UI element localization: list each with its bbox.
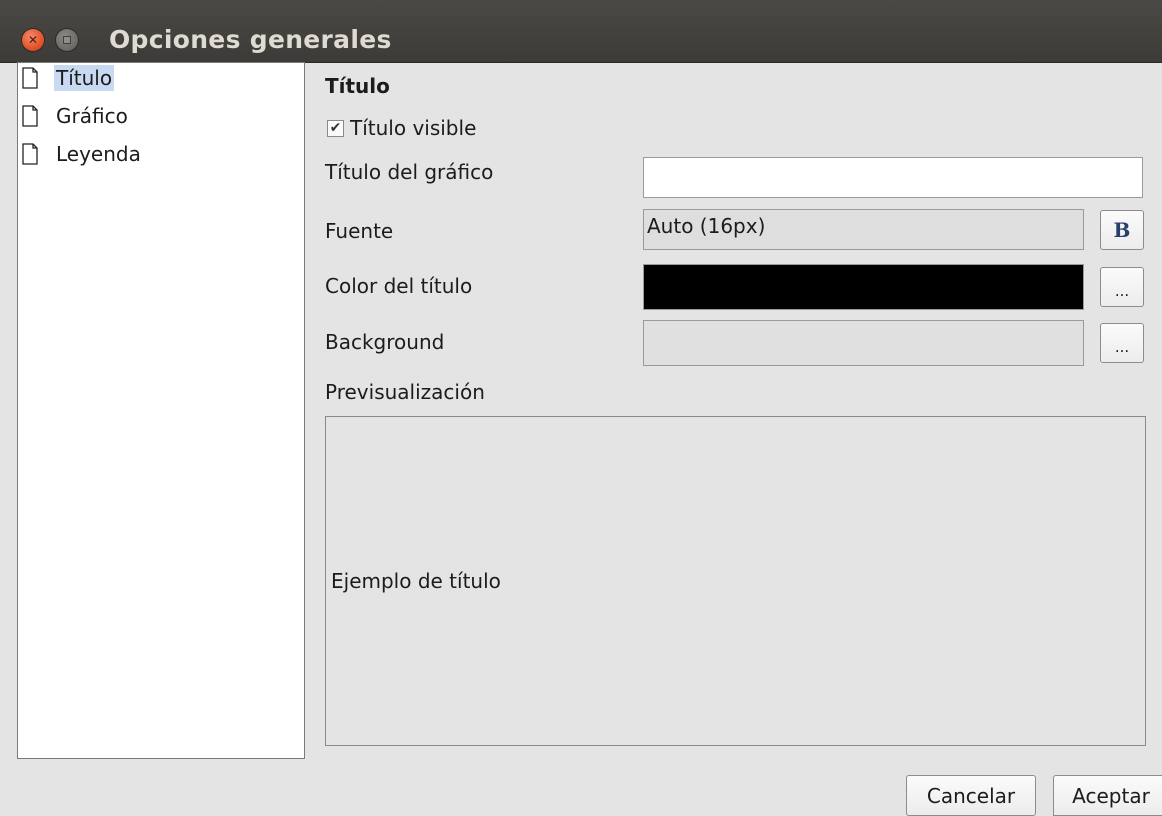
accept-button[interactable]: Aceptar: [1053, 775, 1162, 816]
section-title: Título: [325, 74, 390, 98]
font-value-field: Auto (16px): [643, 209, 1084, 250]
window-title: Opciones generales: [109, 25, 392, 54]
title-color-picker-button[interactable]: ...: [1100, 267, 1144, 307]
background-color-picker-button[interactable]: ...: [1100, 323, 1144, 363]
document-icon: [22, 67, 38, 89]
close-window-button[interactable]: ✕: [22, 29, 44, 51]
preview-label: Previsualización: [325, 380, 485, 404]
tree-item-label: Gráfico: [56, 104, 128, 128]
maximize-window-button[interactable]: [56, 29, 78, 51]
window-titlebar: ✕ Opciones generales: [0, 0, 1162, 63]
title-color-swatch: [643, 264, 1084, 310]
font-label: Fuente: [325, 219, 394, 243]
background-label: Background: [325, 330, 445, 354]
tree-item-titulo[interactable]: Título: [22, 63, 115, 93]
document-icon: [22, 143, 38, 165]
document-icon: [22, 105, 38, 127]
checkmark-icon: ✔: [329, 120, 342, 136]
tree-item-label: Leyenda: [56, 142, 141, 166]
title-color-label: Color del título: [325, 274, 473, 298]
title-visible-checkbox[interactable]: ✔: [327, 119, 344, 137]
preview-box: Ejemplo de título: [325, 416, 1146, 746]
preview-sample-title: Ejemplo de título: [331, 569, 501, 593]
chart-title-label: Título del gráfico: [325, 160, 494, 184]
tree-item-leyenda[interactable]: Leyenda: [22, 139, 143, 169]
title-visible-label: Título visible: [350, 116, 477, 140]
background-color-swatch: [643, 320, 1084, 366]
cancel-button[interactable]: Cancelar: [906, 775, 1036, 816]
chart-title-input[interactable]: [643, 157, 1143, 198]
tree-item-label: Título: [54, 65, 115, 91]
bold-button[interactable]: B: [1100, 210, 1144, 250]
tree-item-grafico[interactable]: Gráfico: [22, 101, 130, 131]
options-tree[interactable]: Título Gráfico Leyenda: [17, 62, 305, 759]
close-icon: ✕: [27, 33, 39, 47]
title-visible-checkbox-row[interactable]: ✔ Título visible: [327, 116, 476, 140]
